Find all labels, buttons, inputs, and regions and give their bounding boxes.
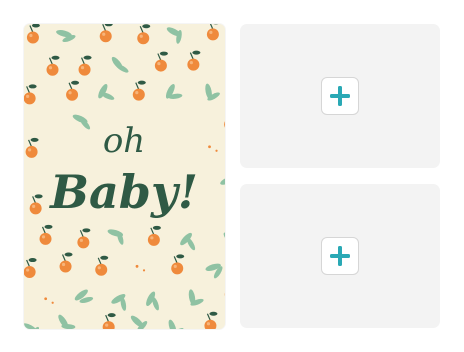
add-page-slot-1[interactable]: [240, 24, 440, 168]
add-page-button-1[interactable]: [321, 77, 359, 115]
add-page-button-2[interactable]: [321, 237, 359, 275]
card-greeting-line1: oh: [103, 121, 145, 161]
plus-icon: [330, 246, 350, 266]
oranges-pattern-illustration: oh Baby!: [24, 24, 225, 329]
card-greeting-line2: Baby!: [48, 165, 198, 219]
add-page-slot-2[interactable]: [240, 184, 440, 328]
card-front-preview[interactable]: oh Baby!: [24, 24, 225, 329]
plus-icon: [330, 86, 350, 106]
